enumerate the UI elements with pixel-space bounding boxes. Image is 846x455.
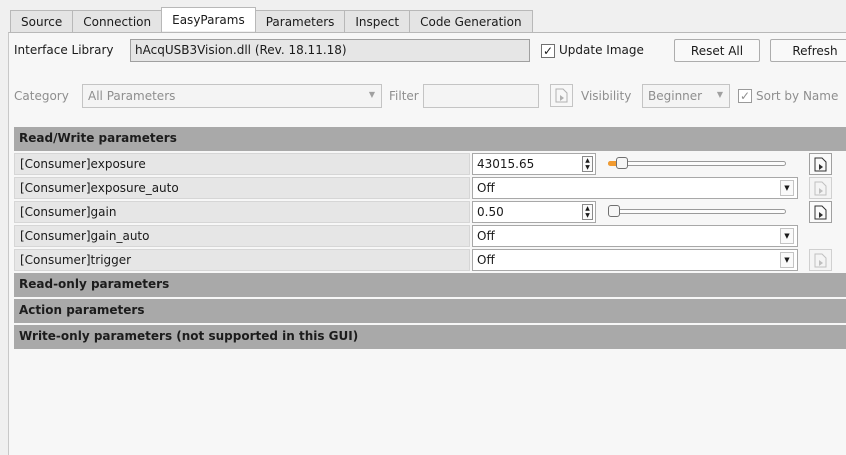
document-arrow-icon bbox=[814, 157, 827, 171]
exposure-auto-apply-button[interactable] bbox=[809, 177, 832, 199]
trigger-apply-button[interactable] bbox=[809, 249, 832, 271]
gain-auto-value: Off bbox=[477, 229, 495, 243]
param-name: [Consumer]trigger bbox=[14, 249, 470, 271]
category-label: Category bbox=[14, 89, 69, 103]
chevron-down-icon: ▼ bbox=[716, 90, 723, 99]
param-name: [Consumer]gain_auto bbox=[14, 225, 470, 247]
filter-label: Filter bbox=[389, 89, 419, 103]
visibility-select[interactable]: Beginner ▼ bbox=[642, 84, 730, 108]
tab-bar: Source Connection EasyParams Parameters … bbox=[10, 7, 533, 32]
interface-library-label: Interface Library bbox=[14, 43, 114, 57]
param-name: [Consumer]exposure bbox=[14, 153, 470, 175]
slider-handle[interactable] bbox=[608, 205, 620, 217]
section-read-write[interactable]: Read/Write parameters bbox=[14, 127, 846, 151]
trigger-value: Off bbox=[477, 253, 495, 267]
visibility-value: Beginner bbox=[648, 89, 703, 103]
category-value: All Parameters bbox=[88, 89, 176, 103]
document-arrow-icon bbox=[814, 253, 827, 267]
spin-arrows-icon[interactable]: ▲ ▼ bbox=[582, 156, 593, 172]
tab-connection[interactable]: Connection bbox=[72, 10, 163, 32]
gain-apply-button[interactable] bbox=[809, 201, 832, 223]
reset-all-button[interactable]: Reset All bbox=[674, 39, 760, 62]
tab-code-generation[interactable]: Code Generation bbox=[409, 10, 533, 32]
tab-parameters[interactable]: Parameters bbox=[254, 10, 346, 32]
update-image-checkbox[interactable]: ✓ bbox=[541, 44, 555, 58]
filter-apply-button[interactable] bbox=[550, 84, 573, 107]
tab-source[interactable]: Source bbox=[10, 10, 74, 32]
exposure-auto-dropdown[interactable]: Off ▼ bbox=[472, 177, 798, 199]
interface-row: Interface Library hAcqUSB3Vision.dll (Re… bbox=[14, 39, 846, 63]
filter-input[interactable] bbox=[423, 84, 539, 108]
param-row-exposure-auto: [Consumer]exposure_auto Off ▼ bbox=[14, 177, 846, 199]
app-window: Source Connection EasyParams Parameters … bbox=[0, 0, 846, 455]
section-write-only[interactable]: Write-only parameters (not supported in … bbox=[14, 325, 846, 349]
section-action[interactable]: Action parameters bbox=[14, 299, 846, 323]
category-select[interactable]: All Parameters ▼ bbox=[82, 84, 382, 108]
param-row-trigger: [Consumer]trigger Off ▼ bbox=[14, 249, 846, 271]
sort-by-name-label[interactable]: Sort by Name bbox=[756, 89, 838, 103]
gain-value: 0.50 bbox=[477, 205, 504, 219]
tab-inspect[interactable]: Inspect bbox=[344, 10, 411, 32]
param-value: 43015.65 ▲ ▼ bbox=[472, 153, 846, 175]
trigger-dropdown[interactable]: Off ▼ bbox=[472, 249, 798, 271]
filter-row: Category All Parameters ▼ Filter Visibil… bbox=[14, 82, 846, 110]
chevron-down-icon[interactable]: ▼ bbox=[780, 252, 794, 268]
tab-easyparams[interactable]: EasyParams bbox=[161, 7, 256, 31]
parameters-table: Read/Write parameters [Consumer]exposure… bbox=[14, 127, 846, 351]
param-row-gain: [Consumer]gain 0.50 ▲ ▼ bbox=[14, 201, 846, 223]
param-name: [Consumer]exposure_auto bbox=[14, 177, 470, 199]
document-arrow-icon bbox=[555, 88, 568, 103]
exposure-spinbox[interactable]: 43015.65 ▲ ▼ bbox=[472, 153, 596, 175]
visibility-label: Visibility bbox=[581, 89, 632, 103]
slider-track bbox=[608, 209, 786, 214]
exposure-value: 43015.65 bbox=[477, 157, 535, 171]
refresh-button[interactable]: Refresh bbox=[770, 39, 846, 62]
interface-library-field: hAcqUSB3Vision.dll (Rev. 18.11.18) bbox=[130, 39, 530, 62]
sort-by-name-checkbox[interactable]: ✓ bbox=[738, 89, 752, 103]
gain-slider[interactable] bbox=[608, 205, 786, 217]
spin-arrows-icon[interactable]: ▲ ▼ bbox=[582, 204, 593, 220]
gain-auto-dropdown[interactable]: Off ▼ bbox=[472, 225, 798, 247]
chevron-down-icon[interactable]: ▼ bbox=[780, 180, 794, 196]
param-value: Off ▼ bbox=[472, 225, 846, 247]
exposure-apply-button[interactable] bbox=[809, 153, 832, 175]
param-value: 0.50 ▲ ▼ bbox=[472, 201, 846, 223]
section-read-only[interactable]: Read-only parameters bbox=[14, 273, 846, 297]
chevron-down-icon[interactable]: ▼ bbox=[780, 228, 794, 244]
param-value: Off ▼ bbox=[472, 177, 846, 199]
document-arrow-icon bbox=[814, 205, 827, 219]
param-row-gain-auto: [Consumer]gain_auto Off ▼ bbox=[14, 225, 846, 247]
param-row-exposure: [Consumer]exposure 43015.65 ▲ ▼ bbox=[14, 153, 846, 175]
exposure-slider[interactable] bbox=[608, 157, 786, 169]
update-image-label[interactable]: Update Image bbox=[559, 43, 644, 57]
slider-track bbox=[608, 161, 786, 166]
exposure-auto-value: Off bbox=[477, 181, 495, 195]
param-name: [Consumer]gain bbox=[14, 201, 470, 223]
chevron-down-icon: ▼ bbox=[368, 90, 375, 99]
slider-handle[interactable] bbox=[616, 157, 628, 169]
param-value: Off ▼ bbox=[472, 249, 846, 271]
document-arrow-icon bbox=[814, 181, 827, 195]
gain-spinbox[interactable]: 0.50 ▲ ▼ bbox=[472, 201, 596, 223]
